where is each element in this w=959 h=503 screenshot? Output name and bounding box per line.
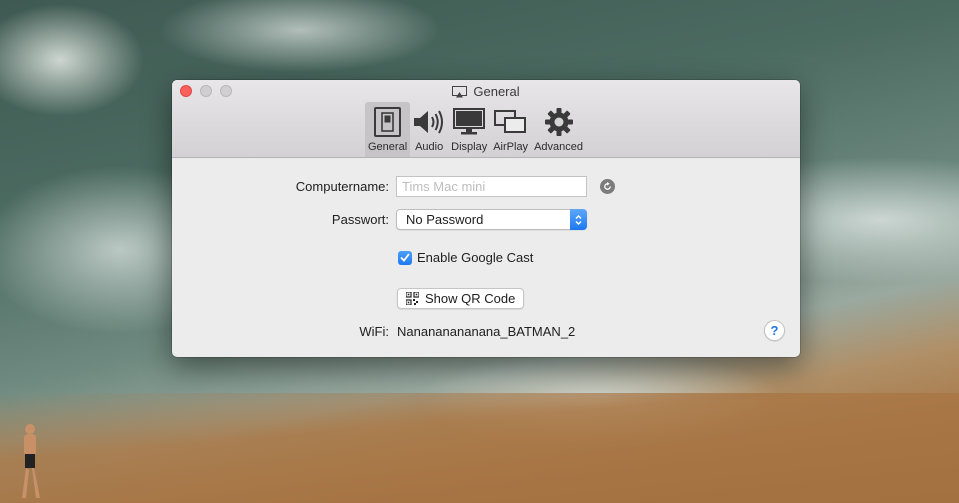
general-pane: Computername: Tims Mac mini Passwort: No…: [172, 158, 800, 357]
reset-name-button[interactable]: [600, 179, 615, 194]
show-qr-code-button[interactable]: Show QR Code: [397, 288, 525, 309]
window-title: General: [172, 84, 800, 99]
google-cast-checkbox[interactable]: [398, 250, 412, 265]
tab-display[interactable]: Display: [448, 102, 490, 157]
password-label: Passwort:: [331, 212, 389, 227]
computername-placeholder: Tims Mac mini: [402, 179, 486, 194]
tab-airplay-label: AirPlay: [493, 141, 529, 153]
gear-icon: [544, 108, 573, 136]
tab-general-label: General: [368, 141, 408, 153]
title-bar: General General Audio Display AirPlay Ad…: [172, 80, 800, 158]
help-icon: ?: [770, 323, 779, 338]
desktop-sand: [0, 393, 959, 503]
checkmark-icon: [400, 253, 410, 262]
window-title-text: General: [473, 84, 520, 99]
password-value: No Password: [406, 212, 484, 227]
computername-label: Computername:: [295, 179, 389, 194]
select-arrows-icon: [570, 209, 587, 230]
switch-icon: [374, 107, 402, 137]
help-button[interactable]: ?: [764, 320, 785, 341]
airplay-icon: [452, 85, 468, 97]
person-figure: [22, 424, 40, 498]
tab-advanced-label: Advanced: [534, 141, 583, 153]
google-cast-label: Enable Google Cast: [417, 250, 534, 265]
tab-general[interactable]: General: [365, 102, 411, 157]
password-select[interactable]: No Password: [396, 209, 587, 230]
wifi-network-name: Nanananananana_BATMAN_2: [397, 324, 576, 339]
preferences-window: General General Audio Display AirPlay Ad…: [172, 80, 800, 357]
show-qr-code-label: Show QR Code: [425, 291, 516, 306]
preferences-toolbar: General Audio Display AirPlay Advanced: [365, 102, 586, 157]
airplay-screens-icon: [494, 110, 527, 133]
tab-display-label: Display: [451, 141, 488, 153]
tab-airplay[interactable]: AirPlay: [490, 102, 531, 157]
tab-audio-label: Audio: [415, 141, 444, 153]
tab-advanced[interactable]: Advanced: [531, 102, 586, 157]
monitor-icon: [453, 108, 486, 135]
computername-input[interactable]: Tims Mac mini: [396, 176, 587, 197]
qr-code-icon: [406, 292, 419, 305]
refresh-icon: [604, 182, 611, 190]
wifi-label: WiFi:: [359, 324, 389, 339]
google-cast-option: Enable Google Cast: [398, 250, 533, 265]
tab-audio[interactable]: Audio: [410, 102, 448, 157]
speaker-icon: [414, 110, 444, 134]
